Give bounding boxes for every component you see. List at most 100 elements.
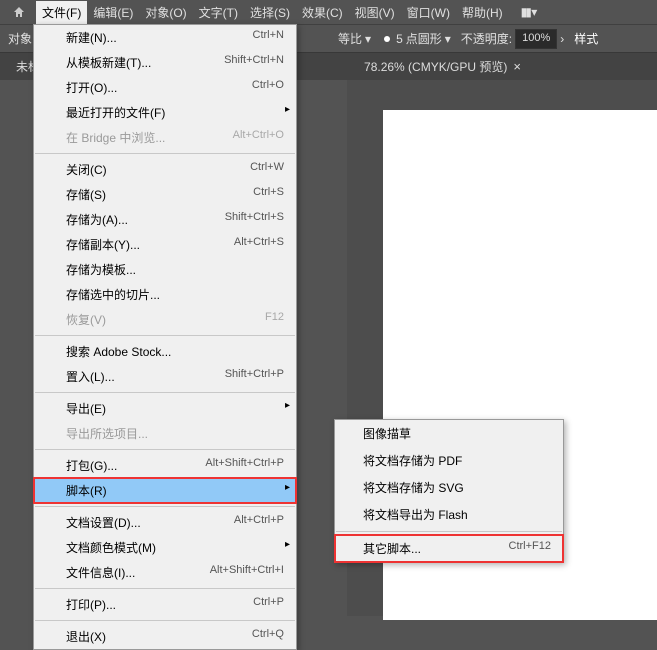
file-menu-item[interactable]: 退出(X) Ctrl+Q — [34, 624, 296, 649]
menu-file[interactable]: 文件(F) — [36, 1, 87, 24]
file-menu-item[interactable]: 新建(N)... Ctrl+N — [34, 25, 296, 50]
menu-separator — [35, 392, 295, 393]
menu-effect[interactable]: 效果(C) — [296, 1, 349, 24]
menu-item-label: 文件信息(I)... — [66, 564, 135, 581]
menu-item-label: 存储选中的切片... — [66, 286, 160, 303]
submenu-arrow-icon: ▸ — [285, 539, 290, 550]
file-menu-item[interactable]: 搜索 Adobe Stock... — [34, 339, 296, 364]
menu-item-label: 将文档存储为 SVG — [363, 479, 464, 496]
stroke-label: 点圆形 — [406, 30, 442, 47]
menu-separator — [35, 588, 295, 589]
menu-separator — [35, 153, 295, 154]
menu-shortcut: Shift+Ctrl+N — [224, 54, 284, 71]
menu-view[interactable]: 视图(V) — [349, 1, 401, 24]
tab-title-suffix: 78.26% (CMYK/GPU 预览) — [364, 58, 507, 75]
menu-select[interactable]: 选择(S) — [244, 1, 296, 24]
menu-type[interactable]: 文字(T) — [193, 1, 244, 24]
menu-item-label: 文档设置(D)... — [66, 514, 141, 531]
menu-item-label: 恢复(V) — [66, 311, 106, 328]
menu-separator — [35, 449, 295, 450]
menu-item-label: 导出(E) — [66, 400, 106, 417]
chevron-down-icon[interactable]: ▾ — [365, 32, 371, 46]
menu-item-label: 关闭(C) — [66, 161, 107, 178]
file-menu-item[interactable]: 从模板新建(T)... Shift+Ctrl+N — [34, 50, 296, 75]
menu-item-label: 从模板新建(T)... — [66, 54, 151, 71]
menu-shortcut: Alt+Shift+Ctrl+I — [210, 564, 284, 581]
grid-icon[interactable]: ▮▮ ▾ — [521, 5, 536, 19]
close-icon[interactable]: × — [513, 59, 521, 74]
ratio-select[interactable]: 等比 — [338, 30, 362, 47]
file-menu-item[interactable]: 最近打开的文件(F) ▸ — [34, 100, 296, 125]
menu-shortcut: Alt+Ctrl+P — [234, 514, 284, 531]
menu-shortcut: Ctrl+S — [253, 186, 284, 203]
file-menu-item[interactable]: 存储副本(Y)...Alt+Ctrl+S — [34, 232, 296, 257]
menu-shortcut: Alt+Ctrl+O — [233, 129, 284, 146]
file-menu-item: 恢复(V)F12 — [34, 307, 296, 332]
file-menu-item[interactable]: 打印(P)... Ctrl+P — [34, 592, 296, 617]
file-menu-item[interactable]: 文件信息(I)... Alt+Shift+Ctrl+I — [34, 560, 296, 585]
menu-item-label: 在 Bridge 中浏览... — [66, 129, 165, 146]
file-menu-item[interactable]: 存储为(A)...Shift+Ctrl+S — [34, 207, 296, 232]
script-submenu-item[interactable]: 将文档存储为 SVG — [335, 474, 563, 501]
file-menu-item[interactable]: 导出(E)▸ — [34, 396, 296, 421]
chevron-right-icon[interactable]: › — [560, 32, 564, 46]
menu-object[interactable]: 对象(O) — [139, 1, 192, 24]
menu-item-label: 退出(X) — [66, 628, 106, 645]
menu-shortcut: Ctrl+N — [253, 29, 284, 46]
menu-item-label: 最近打开的文件(F) — [66, 104, 165, 121]
file-menu-item[interactable]: 打开(O)...Ctrl+O — [34, 75, 296, 100]
file-menu-item[interactable]: 脚本(R) ▸ — [34, 478, 296, 503]
menu-help[interactable]: 帮助(H) — [456, 1, 509, 24]
menubar-right: ▮▮ ▾ — [521, 5, 536, 19]
menu-item-label: 将文档导出为 Flash — [363, 506, 468, 523]
file-menu-item[interactable]: 文档设置(D)... Alt+Ctrl+P — [34, 510, 296, 535]
file-menu-item[interactable]: 关闭(C) Ctrl+W — [34, 157, 296, 182]
file-menu-item[interactable]: 存储选中的切片... — [34, 282, 296, 307]
menu-item-label: 导出所选项目... — [66, 425, 148, 442]
file-menu-item: 在 Bridge 中浏览... Alt+Ctrl+O — [34, 125, 296, 150]
menu-item-label: 将文档存储为 PDF — [363, 452, 462, 469]
menu-item-label: 存储(S) — [66, 186, 106, 203]
menu-window[interactable]: 窗口(W) — [401, 1, 456, 24]
menu-separator — [35, 620, 295, 621]
menu-shortcut: Ctrl+F12 — [509, 540, 552, 557]
menu-shortcut: Ctrl+P — [253, 596, 284, 613]
menu-shortcut: Alt+Shift+Ctrl+P — [205, 457, 284, 474]
file-menu-item[interactable]: 存储(S) Ctrl+S — [34, 182, 296, 207]
script-submenu-item[interactable]: 图像描草 — [335, 420, 563, 447]
file-menu-item[interactable]: 打包(G)...Alt+Shift+Ctrl+P — [34, 453, 296, 478]
menu-item-label: 图像描草 — [363, 425, 411, 442]
chevron-down-icon[interactable]: ▾ — [445, 32, 451, 46]
menu-item-label: 存储副本(Y)... — [66, 236, 140, 253]
file-menu-item[interactable]: 文档颜色模式(M)▸ — [34, 535, 296, 560]
opacity-value[interactable]: 100% — [515, 29, 557, 49]
style-label[interactable]: 样式 — [574, 30, 598, 47]
menu-item-label: 存储为模板... — [66, 261, 136, 278]
menu-separator — [35, 335, 295, 336]
file-menu-item[interactable]: 置入(L)... Shift+Ctrl+P — [34, 364, 296, 389]
menu-item-label: 置入(L)... — [66, 368, 115, 385]
menu-item-label: 其它脚本... — [363, 540, 421, 557]
script-submenu-item[interactable]: 其它脚本... Ctrl+F12 — [335, 535, 563, 562]
file-menu-item[interactable]: 存储为模板... — [34, 257, 296, 282]
stroke-value[interactable]: 5 — [396, 32, 403, 46]
menu-separator — [336, 531, 562, 532]
script-submenu-item[interactable]: 将文档存储为 PDF — [335, 447, 563, 474]
menu-item-label: 搜索 Adobe Stock... — [66, 343, 171, 360]
menu-separator — [35, 506, 295, 507]
script-submenu-item[interactable]: 将文档导出为 Flash — [335, 501, 563, 528]
menu-item-label: 打印(P)... — [66, 596, 116, 613]
menu-shortcut: Ctrl+O — [252, 79, 284, 96]
menu-shortcut: Ctrl+W — [250, 161, 284, 178]
menu-edit[interactable]: 编辑(E) — [87, 1, 139, 24]
submenu-arrow-icon: ▸ — [285, 482, 290, 493]
script-submenu: 图像描草将文档存储为 PDF 将文档存储为 SVG 将文档导出为 Flash 其它脚本… — [334, 419, 564, 563]
menu-item-label: 新建(N)... — [66, 29, 117, 46]
menu-shortcut: Shift+Ctrl+P — [225, 368, 284, 385]
file-menu-item: 导出所选项目... — [34, 421, 296, 446]
submenu-arrow-icon: ▸ — [285, 104, 290, 115]
menu-item-label: 脚本(R) — [66, 482, 107, 499]
menu-shortcut: Ctrl+Q — [252, 628, 284, 645]
file-menu-dropdown: 新建(N)... Ctrl+N 从模板新建(T)... Shift+Ctrl+N 打开(… — [33, 24, 297, 650]
home-icon[interactable] — [8, 1, 30, 23]
